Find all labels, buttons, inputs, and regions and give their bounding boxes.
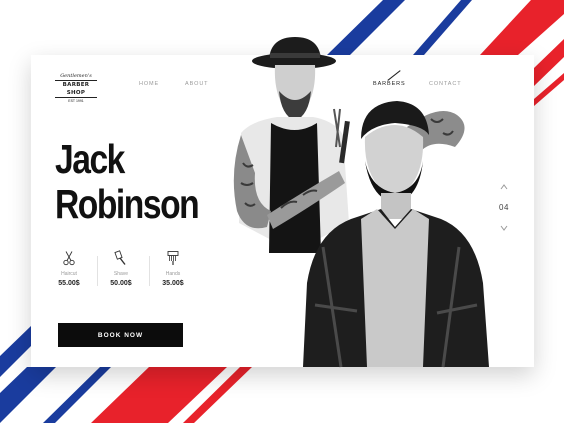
scissors-icon — [63, 251, 75, 266]
barber-first-name: Jack — [55, 136, 125, 182]
chevron-up-icon[interactable] — [499, 183, 509, 191]
barber-pager: 04 — [491, 183, 517, 243]
service-divider — [149, 256, 150, 286]
barber-last-name: Robinson — [55, 181, 200, 227]
brand-logo[interactable]: Gentlemen's BARBER SHOP EST 1991 — [55, 73, 97, 103]
service-name: Haircut — [61, 271, 77, 277]
service-item-haircut: Haircut 55.00$ — [49, 250, 89, 287]
barbers-photo — [233, 37, 489, 368]
book-now-button[interactable]: BOOK NOW — [58, 323, 183, 347]
nav-about-link[interactable]: ABOUT — [185, 81, 208, 87]
service-price-list: Haircut 55.00$ Shave 50.00$ Hands 35.00$ — [55, 250, 185, 300]
chevron-down-icon[interactable] — [499, 224, 509, 232]
service-price: 55.00$ — [58, 280, 80, 287]
razor-icon — [114, 250, 126, 265]
service-divider — [97, 256, 98, 286]
service-name: Hands — [165, 271, 181, 277]
service-item-hands: Hands 35.00$ — [153, 250, 193, 287]
nav-home-link[interactable]: HOME — [139, 81, 159, 87]
comb-icon — [167, 251, 179, 265]
service-price: 35.00$ — [162, 280, 184, 287]
service-name: Shave — [113, 271, 129, 277]
page-number: 04 — [499, 203, 509, 212]
logo-wordmark: BARBER SHOP — [55, 80, 97, 98]
service-item-shave: Shave 50.00$ — [101, 250, 141, 287]
barber-profile-card: Gentlemen's BARBER SHOP EST 1991 HOME AB… — [31, 37, 534, 368]
service-price: 50.00$ — [110, 280, 132, 287]
barber-name-heading: Jack Robinson — [55, 136, 200, 227]
logo-established: EST 1991 — [68, 99, 84, 103]
logo-tagline: Gentlemen's — [60, 73, 92, 79]
